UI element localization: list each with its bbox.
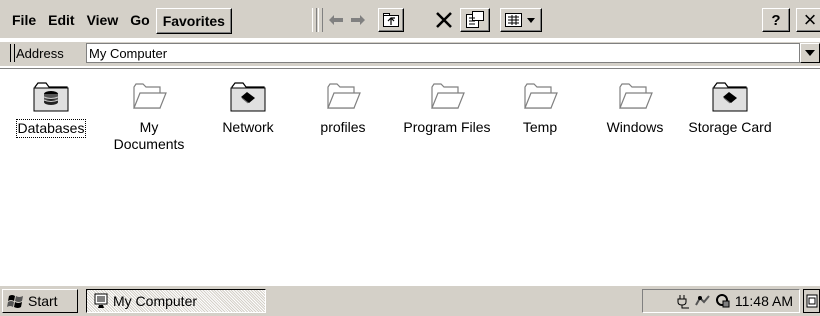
- folder-icon: [431, 83, 465, 109]
- item-windows[interactable]: Windows: [590, 79, 680, 136]
- item-storage-card[interactable]: Storage Card: [680, 79, 780, 136]
- item-label: Windows: [606, 119, 664, 135]
- view-list-icon: [505, 13, 535, 27]
- clock[interactable]: 11:48 AM: [735, 293, 793, 309]
- system-tray: 11:48 AM: [642, 289, 800, 313]
- item-databases[interactable]: Databases: [13, 79, 89, 138]
- item-label: Temp: [522, 119, 558, 135]
- taskbar-button-label: My Computer: [113, 293, 198, 309]
- start-label: Start: [28, 293, 58, 309]
- forward-arrow-icon: [351, 15, 365, 25]
- item-my-documents[interactable]: My Documents: [104, 79, 194, 153]
- item-profiles[interactable]: profiles: [298, 79, 388, 136]
- windows-flag-icon: [7, 295, 23, 308]
- help-button[interactable]: ?: [762, 8, 790, 32]
- item-label: Databases: [15, 119, 87, 138]
- item-label: Program Files: [403, 119, 491, 135]
- item-network[interactable]: Network: [203, 79, 293, 136]
- start-button[interactable]: Start: [2, 289, 78, 313]
- item-temp[interactable]: Temp: [495, 79, 585, 136]
- sync-icon[interactable]: [715, 293, 731, 309]
- item-program-files[interactable]: Program Files: [397, 79, 497, 136]
- forward-button[interactable]: [348, 8, 368, 32]
- menu-file[interactable]: File: [6, 8, 42, 32]
- address-bar-grip[interactable]: [10, 44, 15, 62]
- chevron-down-icon: [805, 50, 815, 56]
- network-folder-icon: [230, 82, 266, 112]
- address-label: Address: [16, 46, 64, 61]
- menu-edit[interactable]: Edit: [42, 8, 80, 32]
- menu-view[interactable]: View: [81, 8, 125, 32]
- folder-icon: [133, 83, 167, 109]
- folder-view: Databases My Documents Network profiles …: [0, 68, 820, 286]
- up-one-level-button[interactable]: [378, 8, 404, 32]
- network-connection-icon[interactable]: [695, 293, 711, 309]
- desktop-icon: [806, 294, 817, 308]
- menu-favorites[interactable]: Favorites: [155, 8, 232, 34]
- properties-button[interactable]: [460, 8, 490, 32]
- address-input[interactable]: My Computer: [86, 43, 800, 63]
- address-bar: Address My Computer: [0, 42, 820, 66]
- power-plug-icon[interactable]: [675, 293, 691, 309]
- folder-icon: [524, 83, 558, 109]
- folder-up-icon: [383, 13, 399, 27]
- delete-x-icon: [436, 12, 452, 28]
- item-label: Storage Card: [688, 119, 772, 135]
- close-button[interactable]: ×: [796, 7, 820, 32]
- toolbar-grip-2: [318, 8, 323, 32]
- delete-button[interactable]: [430, 8, 458, 32]
- my-computer-icon: [94, 293, 108, 308]
- taskbar-button-my-computer[interactable]: My Computer: [86, 289, 266, 313]
- back-button[interactable]: [326, 8, 346, 32]
- toolbar-grip[interactable]: [312, 8, 317, 32]
- folder-icon: [327, 83, 361, 109]
- command-bar: File Edit View Go Favorites ? ×: [0, 0, 820, 38]
- back-arrow-icon: [329, 15, 343, 25]
- item-label: My: [139, 119, 159, 135]
- item-label-line2: Documents: [113, 136, 185, 152]
- item-label: profiles: [320, 119, 366, 135]
- taskbar: Start My Computer 11:48 AM: [0, 285, 820, 316]
- view-menu-button[interactable]: [500, 8, 542, 32]
- databases-folder-icon: [33, 82, 69, 112]
- folder-icon: [619, 83, 653, 109]
- properties-icon: [466, 11, 484, 28]
- show-desktop-button[interactable]: [803, 289, 820, 313]
- menu-bar: File Edit View Go Favorites: [6, 8, 232, 34]
- storage-card-folder-icon: [712, 82, 748, 112]
- address-dropdown-button[interactable]: [800, 43, 820, 63]
- item-label: Network: [222, 119, 274, 135]
- menu-go[interactable]: Go: [124, 8, 155, 32]
